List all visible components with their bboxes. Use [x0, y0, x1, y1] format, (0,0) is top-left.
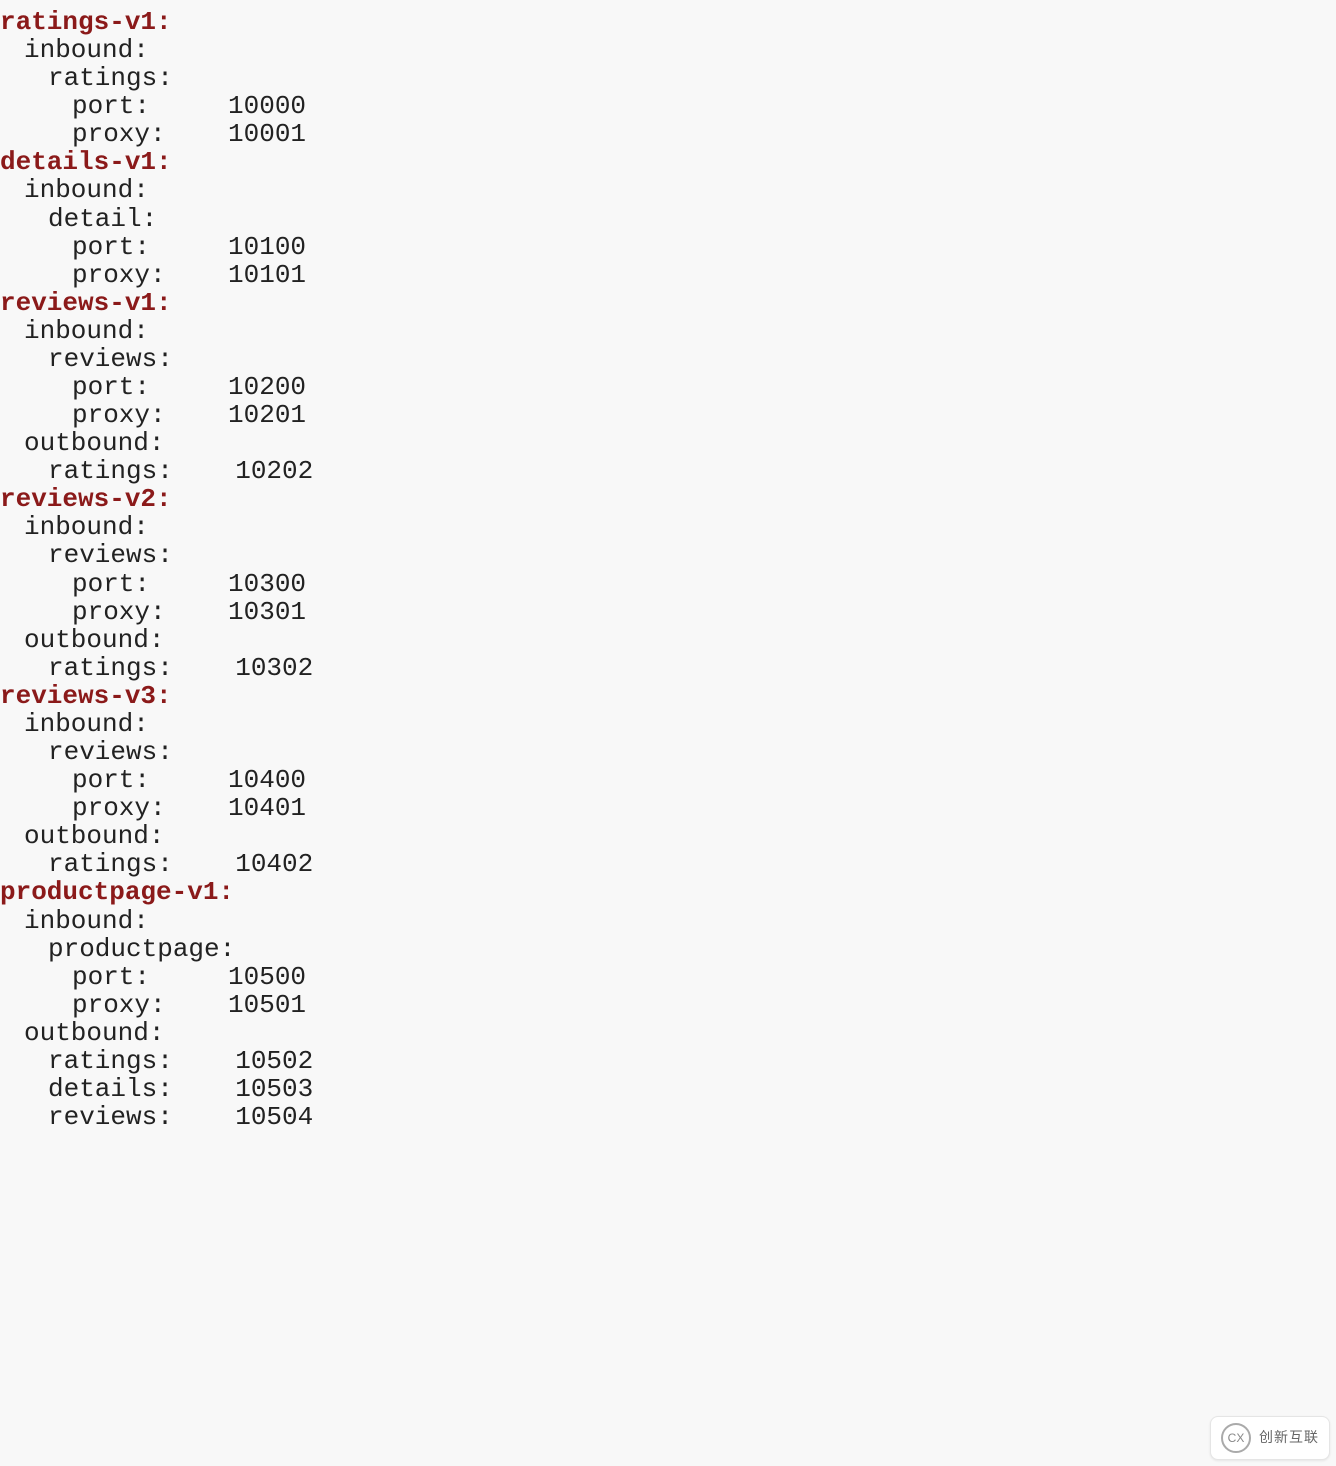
yaml-line: ratings: 10202	[0, 457, 1336, 485]
yaml-root-key: ratings-v1:	[0, 8, 1336, 36]
yaml-line: proxy: 10201	[0, 401, 1336, 429]
yaml-line: detail:	[0, 205, 1336, 233]
yaml-line: inbound:	[0, 907, 1336, 935]
yaml-root-key: details-v1:	[0, 148, 1336, 176]
yaml-line: reviews:	[0, 345, 1336, 373]
yaml-line: ratings: 10502	[0, 1047, 1336, 1075]
code-block: { "sections":[ {"root":"ratings-v1:","li…	[0, 0, 1336, 1466]
yaml-line: details: 10503	[0, 1075, 1336, 1103]
yaml-root-key: reviews-v3:	[0, 682, 1336, 710]
yaml-line: port: 10300	[0, 570, 1336, 598]
watermark-logo-icon: CX	[1221, 1423, 1251, 1453]
yaml-root-key: reviews-v1:	[0, 289, 1336, 317]
yaml-line: port: 10400	[0, 766, 1336, 794]
yaml-line: ratings:	[0, 64, 1336, 92]
yaml-line: proxy: 10401	[0, 794, 1336, 822]
yaml-line: inbound:	[0, 317, 1336, 345]
yaml-line: reviews: 10504	[0, 1103, 1336, 1131]
yaml-line: proxy: 10301	[0, 598, 1336, 626]
yaml-line: productpage:	[0, 935, 1336, 963]
yaml-line: outbound:	[0, 429, 1336, 457]
watermark-badge: CX 创新互联	[1210, 1416, 1330, 1460]
watermark-text: 创新互联	[1259, 1430, 1319, 1445]
yaml-line: ratings: 10402	[0, 850, 1336, 878]
yaml-line: port: 10500	[0, 963, 1336, 991]
yaml-line: outbound:	[0, 626, 1336, 654]
yaml-line: inbound:	[0, 176, 1336, 204]
yaml-line: port: 10100	[0, 233, 1336, 261]
yaml-root-key: productpage-v1:	[0, 878, 1336, 906]
yaml-line: port: 10000	[0, 92, 1336, 120]
yaml-line: ratings: 10302	[0, 654, 1336, 682]
yaml-line: outbound:	[0, 822, 1336, 850]
yaml-root-key: reviews-v2:	[0, 485, 1336, 513]
yaml-line: reviews:	[0, 541, 1336, 569]
yaml-line: proxy: 10501	[0, 991, 1336, 1019]
yaml-line: inbound:	[0, 36, 1336, 64]
yaml-line: proxy: 10101	[0, 261, 1336, 289]
yaml-line: reviews:	[0, 738, 1336, 766]
yaml-line: outbound:	[0, 1019, 1336, 1047]
yaml-config: ratings-v1:inbound:ratings:port: 10000pr…	[0, 8, 1336, 1131]
yaml-line: port: 10200	[0, 373, 1336, 401]
yaml-line: inbound:	[0, 710, 1336, 738]
yaml-line: proxy: 10001	[0, 120, 1336, 148]
yaml-line: inbound:	[0, 513, 1336, 541]
